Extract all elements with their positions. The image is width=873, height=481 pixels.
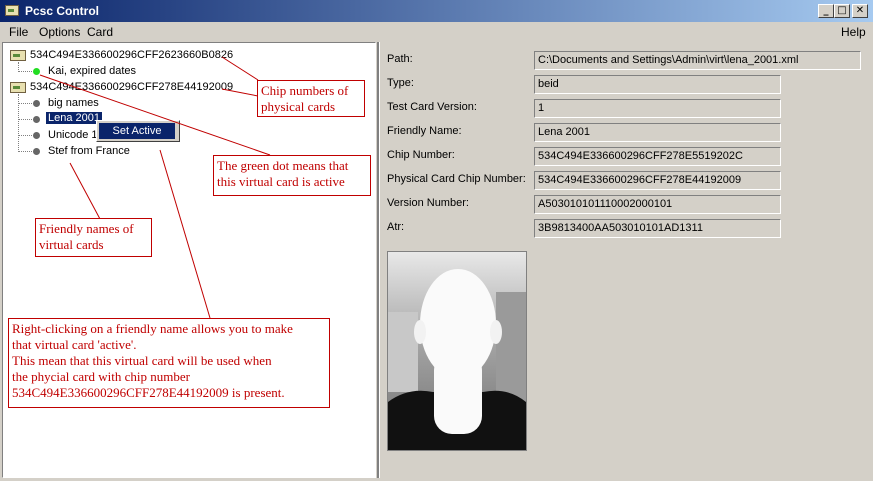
inactive-dot-icon (33, 100, 40, 107)
annotation-right-click: Right-clicking on a friendly name allows… (8, 318, 330, 408)
tree-node-physical-card-1[interactable]: 534C494E336600296CFF2623660B0826 (30, 49, 233, 61)
test-card-version-label: Test Card Version: (387, 101, 477, 113)
tree-connector (18, 71, 32, 72)
context-menu: Set Active (96, 120, 180, 142)
annotation-friendly-names: Friendly names of virtual cards (35, 218, 152, 257)
tree-node-virtual-card[interactable]: Stef from France (48, 145, 130, 157)
tree-node-virtual-card[interactable]: big names (48, 97, 99, 109)
minimize-button[interactable]: _ (818, 4, 834, 18)
tree-connector (18, 103, 32, 104)
physical-chip-number-label: Physical Card Chip Number: (387, 173, 526, 185)
tree-connector (18, 151, 32, 152)
path-label: Path: (387, 53, 413, 65)
close-button[interactable]: ✕ (852, 4, 868, 18)
type-label: Type: (387, 77, 414, 89)
tree-node-virtual-card-selected[interactable]: Lena 2001 (46, 112, 102, 124)
panel-splitter[interactable] (377, 42, 380, 478)
maximize-button[interactable]: □ (834, 4, 850, 18)
menu-bar: File Options Card Help (0, 22, 873, 41)
version-number-field[interactable]: A503010101110002000101 (534, 195, 781, 214)
inactive-dot-icon (33, 132, 40, 139)
menu-file[interactable]: File (9, 25, 28, 39)
type-field[interactable]: beid (534, 75, 781, 94)
tree-node-physical-card-2[interactable]: 534C494E336600296CFF278E44192009 (30, 81, 233, 93)
atr-field[interactable]: 3B9813400AA503010101AD1311 (534, 219, 781, 238)
friendly-name-label: Friendly Name: (387, 125, 462, 137)
inactive-dot-icon (33, 148, 40, 155)
menu-options[interactable]: Options (39, 25, 80, 39)
smart-card-icon (10, 50, 26, 61)
chip-number-field[interactable]: 534C494E336600296CFF278E5519202C (534, 147, 781, 166)
physical-chip-number-field[interactable]: 534C494E336600296CFF278E44192009 (534, 171, 781, 190)
path-field[interactable]: C:\Documents and Settings\Admin\virt\len… (534, 51, 861, 70)
window-title: Pcsc Control (25, 4, 100, 18)
inactive-dot-icon (33, 116, 40, 123)
test-card-version-field[interactable]: 1 (534, 99, 781, 118)
annotation-green-dot: The green dot means that this virtual ca… (213, 155, 371, 196)
tree-connector (18, 119, 32, 120)
active-dot-icon (33, 68, 40, 75)
tree-connector (18, 135, 32, 136)
tree-node-virtual-card[interactable]: Kai, expired dates (48, 65, 136, 77)
menu-card[interactable]: Card (87, 25, 113, 39)
title-bar: Pcsc Control _ □ ✕ (0, 0, 873, 22)
chip-number-label: Chip Number: (387, 149, 455, 161)
smart-card-icon (10, 82, 26, 93)
friendly-name-field[interactable]: Lena 2001 (534, 123, 781, 142)
tree-node-virtual-card[interactable]: Unicode 1 (48, 129, 98, 141)
app-card-icon (5, 5, 19, 16)
annotation-chip-numbers: Chip numbers of physical cards (257, 80, 365, 117)
menu-help[interactable]: Help (841, 25, 866, 39)
atr-label: Atr: (387, 221, 405, 233)
set-active-menu-item[interactable]: Set Active (99, 123, 175, 139)
card-holder-photo (387, 251, 527, 451)
version-number-label: Version Number: (387, 197, 469, 209)
